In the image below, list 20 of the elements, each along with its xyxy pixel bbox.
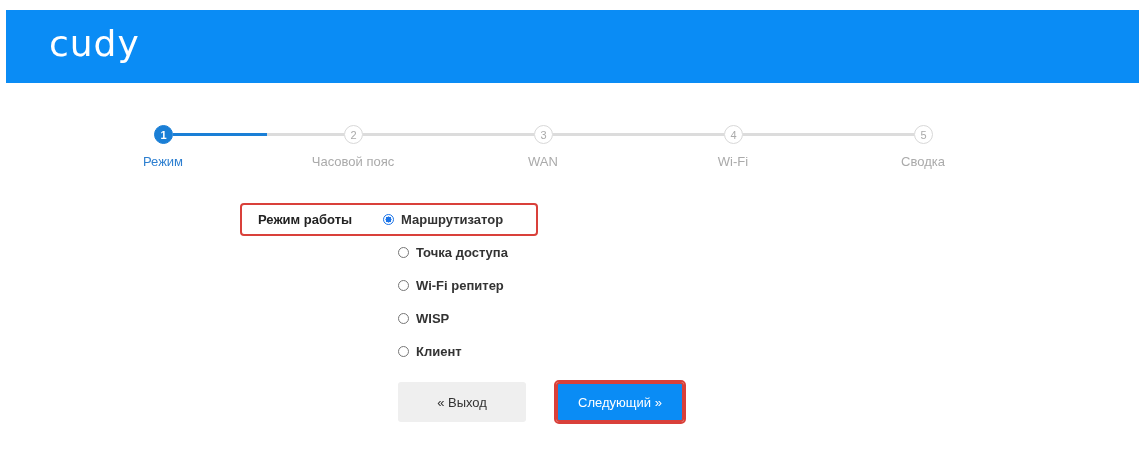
field-label: Режим работы xyxy=(258,212,354,227)
step-label: Часовой пояс xyxy=(311,154,395,169)
step-number[interactable]: 5 xyxy=(914,125,933,144)
option-label: Маршрутизатор xyxy=(401,212,504,227)
step-label: Сводка xyxy=(901,154,945,169)
exit-button[interactable]: « Выход xyxy=(398,382,526,422)
step-number[interactable]: 1 xyxy=(154,125,173,144)
logo: cudy xyxy=(49,25,140,66)
step-label: Wi-Fi xyxy=(717,154,749,169)
option-label: WISP xyxy=(416,311,450,326)
step-label: Режим xyxy=(142,154,184,169)
radio-button[interactable] xyxy=(383,214,394,225)
option-label: Точка доступа xyxy=(416,245,508,260)
step-number[interactable]: 2 xyxy=(344,125,363,144)
step-number[interactable]: 3 xyxy=(534,125,553,144)
step-number[interactable]: 4 xyxy=(724,125,743,144)
step-label: WAN xyxy=(528,154,558,169)
option-label: Клиент xyxy=(416,344,462,359)
option-label: Wi-Fi репитер xyxy=(416,278,504,293)
next-button[interactable]: Следующий » xyxy=(556,382,684,422)
